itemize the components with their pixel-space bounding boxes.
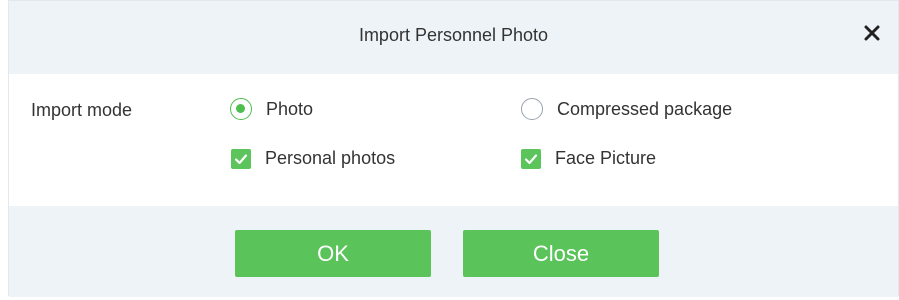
checkbox-checked-icon[interactable] (521, 148, 541, 169)
ok-button[interactable]: OK (235, 230, 431, 277)
radio-photo-label: Photo (266, 98, 314, 119)
checkbox-checked-icon[interactable] (231, 148, 251, 169)
checkbox-personal-photos[interactable]: Personal photos (231, 148, 395, 169)
checkbox-face-picture-label: Face Picture (555, 148, 657, 168)
checkbox-personal-photos-label: Personal photos (265, 148, 396, 168)
radio-unselected-icon[interactable] (521, 98, 543, 120)
dialog-body: Import mode Photo Compressed package Per… (9, 74, 898, 206)
close-icon[interactable] (860, 21, 884, 45)
checkbox-face-picture[interactable]: Face Picture (521, 148, 656, 169)
dialog-titlebar: Import Personnel Photo (9, 1, 898, 74)
radio-selected-icon[interactable] (230, 98, 252, 120)
radio-compressed-package-label: Compressed package (557, 98, 733, 119)
dialog-title: Import Personnel Photo (358, 25, 549, 45)
close-button[interactable]: Close (463, 230, 659, 277)
import-photo-dialog: Import Personnel Photo Import mode Photo… (8, 0, 899, 297)
radio-photo[interactable]: Photo (230, 98, 313, 120)
dialog-footer: OK Close (9, 206, 898, 297)
radio-compressed-package[interactable]: Compressed package (521, 98, 732, 120)
import-mode-label: Import mode (31, 100, 133, 120)
